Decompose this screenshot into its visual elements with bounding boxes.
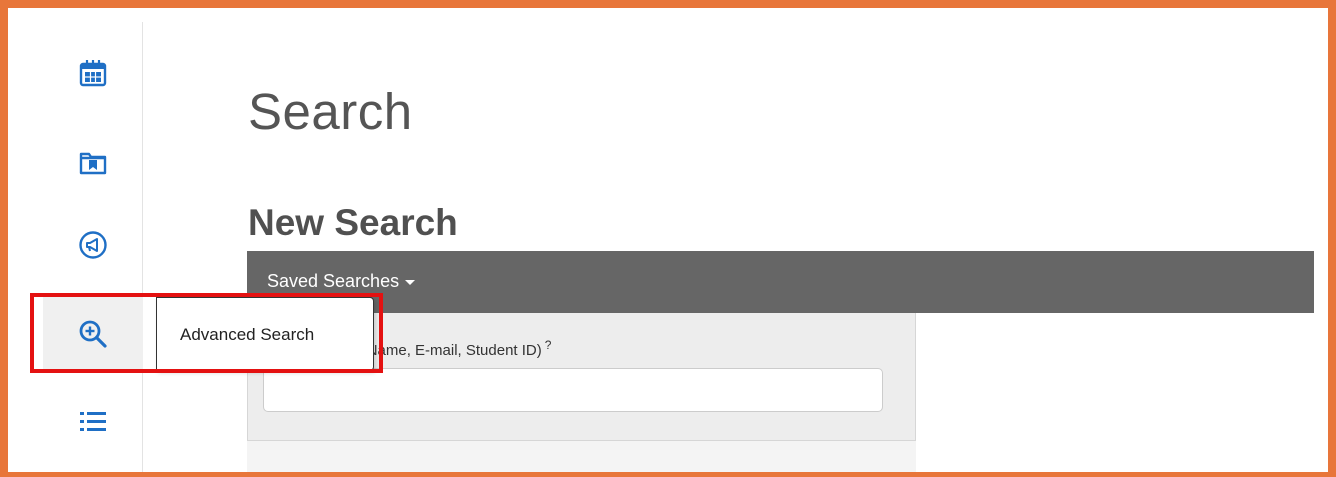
help-icon[interactable]: ? [545,338,552,352]
megaphone-icon [79,231,107,259]
sidebar-item-folder[interactable] [43,125,143,199]
sidebar-item-advanced-search[interactable] [43,297,143,371]
screenshot-frame: Search New Search Saved Searches st Name… [0,0,1336,477]
sidebar-item-calendar[interactable] [43,36,143,110]
section-title: New Search [248,202,458,243]
caret-down-icon [405,279,416,285]
folder-bookmark-icon [79,152,107,175]
search-input[interactable] [263,368,883,412]
saved-searches-label: Saved Searches [267,271,400,291]
sidebar [37,22,143,472]
sidebar-item-list[interactable] [43,385,143,459]
search-toolbar: Saved Searches [247,251,1314,313]
advanced-search-tooltip: Advanced Search [156,297,374,371]
saved-searches-dropdown[interactable]: Saved Searches [267,271,416,292]
tooltip-text: Advanced Search [180,325,315,344]
zoom-in-search-icon [79,320,107,348]
page-title: Search [248,83,413,140]
list-icon [80,412,106,431]
calendar-icon [79,60,107,87]
results-area-blank [916,313,1314,472]
sidebar-item-announcements[interactable] [43,208,143,282]
